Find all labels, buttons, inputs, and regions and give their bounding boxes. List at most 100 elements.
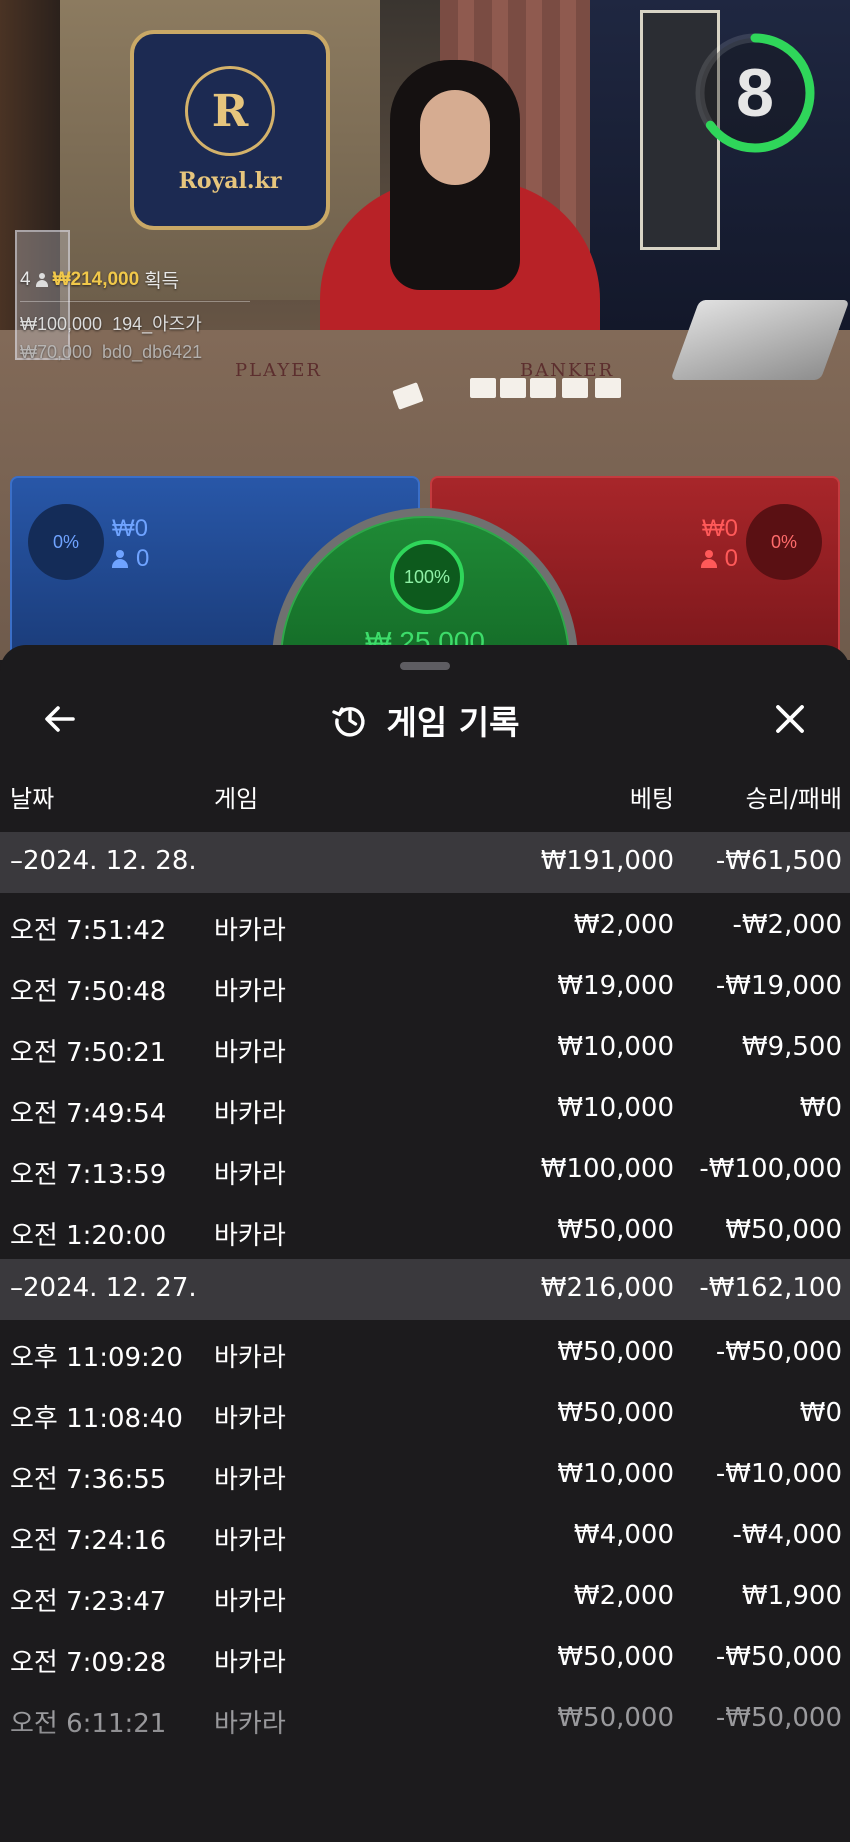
sheet-title-group: 게임 기록 [0,685,850,755]
history-row[interactable]: 오전 7:49:54 바카라 ₩10,000 ₩0 [0,1076,850,1137]
history-row[interactable]: 오전 7:13:59 바카라 ₩100,000 -₩100,000 [0,1137,850,1198]
group-bet-total: ₩191,000 [540,846,674,876]
row-game: 바카라 [214,1160,286,1190]
group-date: –2024. 12. 28. [10,846,197,876]
history-row[interactable]: 오전 7:36:55 바카라 ₩10,000 -₩10,000 [0,1442,850,1503]
royal-crest-icon: R [185,66,275,156]
group-result-total: -₩61,500 [715,846,842,876]
row-result: -₩100,000 [699,1154,842,1184]
history-row[interactable]: 오후 11:08:40 바카라 ₩50,000 ₩0 [0,1381,850,1442]
history-row[interactable]: 오후 11:09:20 바카라 ₩50,000 -₩50,000 [0,1320,850,1381]
royal-logo: R Royal.kr [130,30,330,230]
row-result: -₩10,000 [715,1459,842,1489]
banker-stats: ₩0 0 [700,514,738,574]
row-time: 오전 7:23:47 [10,1587,167,1617]
row-game: 바카라 [214,916,286,946]
close-icon [776,705,804,733]
row-result: -₩50,000 [715,1703,842,1733]
tie-percent: 100% [390,540,464,614]
row-bet: ₩10,000 [557,1032,674,1062]
row-result: ₩1,900 [741,1581,842,1611]
recent-winners: 4 ₩214,000 획득 ₩100,000 194_아즈가 ₩70,000 bd0… [20,266,250,363]
row-game: 바카라 [214,1465,286,1495]
winner-amount: ₩70,000 [20,342,93,362]
row-result: -₩19,000 [715,971,842,1001]
row-bet: ₩10,000 [557,1093,674,1123]
timer-value: 8 [736,55,774,131]
row-time: 오전 7:13:59 [10,1160,167,1190]
row-time: 오전 7:50:21 [10,1038,167,1068]
card-shoe [670,300,850,380]
winner-entry: ₩70,000 bd0_db6421 [20,342,250,363]
banker-percent: 0% [746,504,822,580]
row-game: 바카라 [214,1099,286,1129]
history-row[interactable]: 오전 6:11:21 바카라 ₩50,000 -₩50,000 [0,1686,850,1747]
history-icon [331,707,365,737]
row-bet: ₩50,000 [557,1337,674,1367]
history-row[interactable]: 오전 1:20:00 바카라 ₩50,000 ₩50,000 [0,1198,850,1259]
row-result: -₩4,000 [732,1520,842,1550]
row-game: 바카라 [214,1221,286,1251]
history-row[interactable]: 오전 7:50:21 바카라 ₩10,000 ₩9,500 [0,1015,850,1076]
row-time: 오전 7:51:42 [10,916,167,946]
playing-card [530,378,556,398]
column-header-date[interactable]: 날짜 [10,779,54,814]
row-bet: ₩50,000 [557,1215,674,1245]
history-row[interactable]: 오전 7:09:28 바카라 ₩50,000 -₩50,000 [0,1625,850,1686]
row-result: ₩0 [799,1093,842,1123]
row-game: 바카라 [214,1709,286,1739]
row-bet: ₩4,000 [573,1520,674,1550]
back-button[interactable] [40,699,80,739]
sheet-header: 게임 기록 [0,685,850,755]
banker-bet-amount: ₩0 [702,515,738,542]
row-time: 오전 7:50:48 [10,977,167,1007]
history-table-body: –2024. 12. 28. ₩191,000 -₩61,500 오전 7:51… [0,832,850,1747]
player-bettors: 0 [112,544,149,574]
player-stats: ₩0 0 [112,514,149,574]
winner-user: 194_아즈가 [112,314,202,334]
felt-player-label: PLAYER [235,360,322,381]
row-bet: ₩50,000 [557,1642,674,1672]
group-date: –2024. 12. 27. [10,1273,197,1303]
date-group-row[interactable]: –2024. 12. 28. ₩191,000 -₩61,500 [0,832,850,893]
group-result-total: -₩162,100 [699,1273,842,1303]
row-time: 오전 7:36:55 [10,1465,167,1495]
sheet-title: 게임 기록 [386,703,520,742]
row-game: 바카라 [214,1587,286,1617]
history-row[interactable]: 오전 7:23:47 바카라 ₩2,000 ₩1,900 [0,1564,850,1625]
row-time: 오전 6:11:21 [10,1709,167,1739]
playing-card [470,378,496,398]
row-time: 오전 7:49:54 [10,1099,167,1129]
row-time: 오전 7:09:28 [10,1648,167,1678]
winners-summary: 4 ₩214,000 획득 [20,266,250,293]
row-result: -₩50,000 [715,1642,842,1672]
history-row[interactable]: 오전 7:51:42 바카라 ₩2,000 -₩2,000 [0,893,850,954]
winners-divider [20,301,250,302]
row-bet: ₩50,000 [557,1703,674,1733]
playing-card [562,378,588,398]
arrow-left-icon [45,706,75,732]
sheet-drag-handle[interactable] [400,662,450,670]
banker-bettors-count: 0 [724,545,738,572]
column-header-game[interactable]: 게임 [214,779,258,814]
history-row[interactable]: 오전 7:24:16 바카라 ₩4,000 -₩4,000 [0,1503,850,1564]
column-header-result[interactable]: 승리/패배 [746,779,842,814]
group-bet-total: ₩216,000 [540,1273,674,1303]
history-row[interactable]: 오전 7:50:48 바카라 ₩19,000 -₩19,000 [0,954,850,1015]
close-button[interactable] [770,699,810,739]
date-group-row[interactable]: –2024. 12. 27. ₩216,000 -₩162,100 [0,1259,850,1320]
column-header-bet[interactable]: 베팅 [630,779,674,814]
row-bet: ₩2,000 [573,910,674,940]
row-result: -₩2,000 [732,910,842,940]
person-icon [112,550,128,568]
row-time: 오후 11:09:20 [10,1343,183,1373]
row-time: 오후 11:08:40 [10,1404,183,1434]
row-bet: ₩10,000 [557,1459,674,1489]
row-result: ₩9,500 [741,1032,842,1062]
winner-entry: ₩100,000 194_아즈가 [20,310,250,336]
dealer [320,60,600,400]
winner-user: bd0_db6421 [102,342,203,362]
row-game: 바카라 [214,1404,286,1434]
row-time: 오전 7:24:16 [10,1526,167,1556]
winners-total: ₩214,000 [52,268,140,290]
